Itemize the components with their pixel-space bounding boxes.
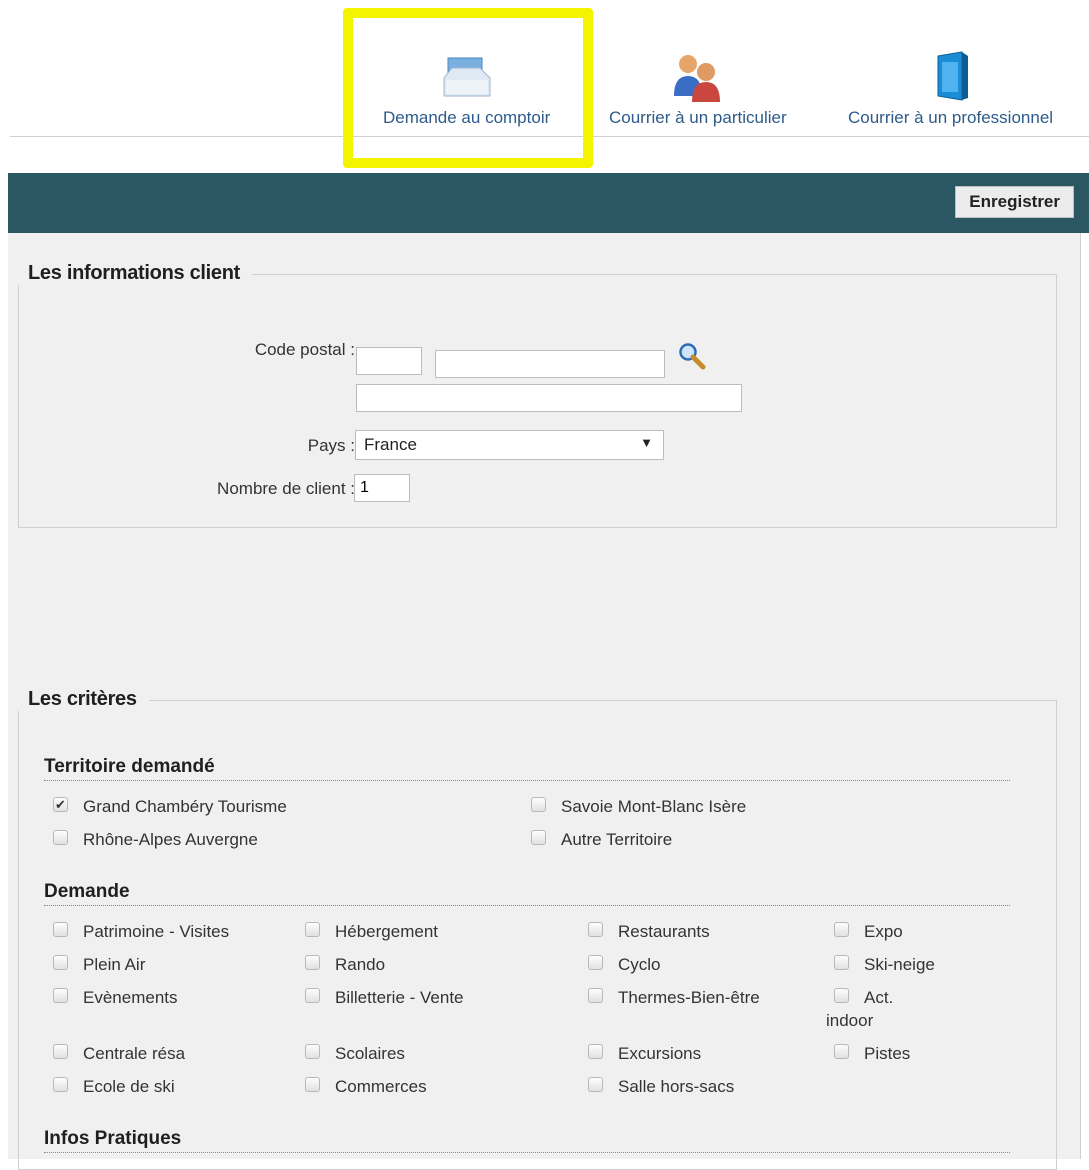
nav-demande-comptoir[interactable]: Demande au comptoir bbox=[383, 50, 550, 128]
checkbox-label: Plein Air bbox=[83, 955, 146, 974]
checkbox[interactable] bbox=[834, 955, 849, 970]
checkbox[interactable] bbox=[53, 1077, 68, 1092]
nav-label: Demande au comptoir bbox=[383, 108, 551, 127]
nav-divider bbox=[10, 136, 1089, 137]
checkbox[interactable] bbox=[305, 988, 320, 1003]
nav-label: Courrier à un particulier bbox=[609, 108, 787, 127]
checkbox[interactable] bbox=[53, 1044, 68, 1059]
pays-select[interactable]: France ▼ bbox=[355, 430, 664, 460]
checkbox[interactable] bbox=[588, 1077, 603, 1092]
checkbox[interactable] bbox=[588, 922, 603, 937]
checkbox-label: Centrale résa bbox=[83, 1044, 186, 1063]
main-panel: Les informations client Code postal : Pa… bbox=[8, 233, 1081, 1170]
people-icon bbox=[673, 55, 720, 102]
checkbox[interactable] bbox=[834, 988, 849, 1003]
checkbox-label: Patrimoine - Visites bbox=[83, 922, 230, 941]
pays-label: Pays : bbox=[307, 436, 355, 455]
checkbox-label: Rhône-Alpes Auvergne bbox=[83, 830, 258, 849]
checkbox-label: Restaurants bbox=[618, 922, 710, 941]
checkbox[interactable] bbox=[305, 955, 320, 970]
checkbox[interactable] bbox=[53, 922, 68, 937]
toolbar: Enregistrer bbox=[8, 173, 1089, 233]
inbox-tray-icon bbox=[443, 57, 491, 97]
nav-courrier-particulier[interactable]: Courrier à un particulier bbox=[609, 50, 787, 128]
checkbox[interactable] bbox=[305, 1077, 320, 1092]
checkbox-label: Salle hors-sacs bbox=[618, 1077, 735, 1096]
checkbox-label: Excursions bbox=[618, 1044, 702, 1063]
client-legend: Les informations client bbox=[16, 262, 253, 285]
code-postal-input[interactable] bbox=[356, 347, 422, 375]
checkbox-label: Pistes bbox=[864, 1044, 911, 1063]
adresse-input[interactable] bbox=[356, 384, 742, 412]
pays-selected-value: France bbox=[364, 435, 417, 454]
checkbox[interactable] bbox=[834, 1044, 849, 1059]
checkbox-label: Grand Chambéry Tourisme bbox=[83, 797, 287, 816]
checkbox-label-continued: indoor bbox=[826, 1011, 874, 1030]
checkbox-label: Ski-neige bbox=[864, 955, 935, 974]
infos-pratiques-title: Infos Pratiques bbox=[44, 1128, 1010, 1153]
checkbox[interactable] bbox=[588, 988, 603, 1003]
checkbox-label: Thermes-Bien-être bbox=[618, 988, 760, 1007]
building-icon bbox=[937, 51, 968, 101]
save-button[interactable]: Enregistrer bbox=[955, 186, 1074, 218]
checkbox-label: Cyclo bbox=[618, 955, 661, 974]
nav-label: Courrier à un professionnel bbox=[848, 108, 1054, 127]
ville-input[interactable] bbox=[435, 350, 665, 378]
territoire-title: Territoire demandé bbox=[44, 756, 1010, 781]
checkbox-label: Savoie Mont-Blanc Isère bbox=[561, 797, 747, 816]
checkbox-label: Scolaires bbox=[335, 1044, 405, 1063]
nombre-client-label: Nombre de client : bbox=[217, 479, 355, 498]
checkbox[interactable] bbox=[531, 797, 546, 812]
checkbox[interactable] bbox=[834, 922, 849, 937]
checkbox[interactable] bbox=[588, 955, 603, 970]
checkbox-label: Commerces bbox=[335, 1077, 427, 1096]
checkbox[interactable] bbox=[531, 830, 546, 845]
checkbox-label: Ecole de ski bbox=[83, 1077, 175, 1096]
nav-courrier-professionnel[interactable]: Courrier à un professionnel bbox=[848, 50, 1053, 128]
top-nav: Demande au comptoir Courrier à un partic… bbox=[0, 0, 1089, 168]
checkbox-label: Autre Territoire bbox=[561, 830, 673, 849]
checkbox[interactable] bbox=[53, 830, 68, 845]
checkbox[interactable] bbox=[53, 988, 68, 1003]
criteres-legend: Les critères bbox=[16, 688, 149, 711]
checkbox[interactable] bbox=[53, 955, 68, 970]
checkbox-label: Expo bbox=[864, 922, 903, 941]
chevron-down-icon: ▼ bbox=[640, 435, 653, 450]
checkbox-label: Billetterie - Vente bbox=[335, 988, 464, 1007]
checkbox[interactable] bbox=[305, 1044, 320, 1059]
checkbox-label: Act. bbox=[864, 988, 894, 1007]
search-icon[interactable] bbox=[677, 341, 707, 371]
checkbox-label: Hébergement bbox=[335, 922, 439, 941]
nombre-client-input[interactable] bbox=[354, 474, 410, 502]
checkbox[interactable] bbox=[305, 922, 320, 937]
code-postal-label: Code postal : bbox=[254, 340, 355, 359]
checkbox[interactable] bbox=[588, 1044, 603, 1059]
checkbox-label: Evènements bbox=[83, 988, 178, 1007]
checkbox-checked[interactable]: ✔ bbox=[53, 797, 68, 812]
checkbox-label: Rando bbox=[335, 955, 386, 974]
demande-title: Demande bbox=[44, 881, 1010, 906]
